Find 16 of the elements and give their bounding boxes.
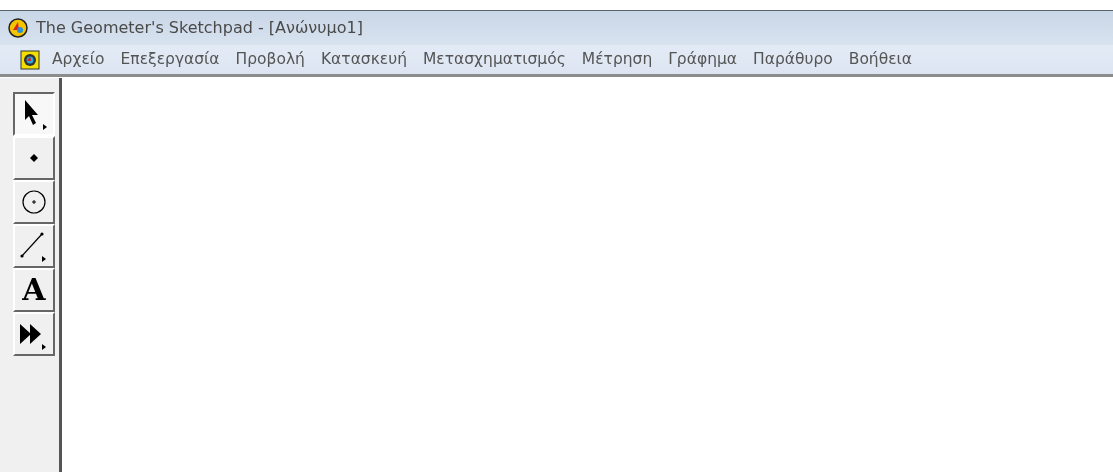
circle-icon	[21, 189, 47, 215]
menu-item[interactable]: Παράθυρο	[745, 47, 841, 72]
tool-button[interactable]	[13, 92, 55, 136]
menu-item[interactable]: Βοήθεια	[840, 47, 920, 72]
menu-item[interactable]: Προβολή	[227, 47, 313, 72]
menu-item[interactable]: Μετασχηματισμός	[415, 47, 574, 72]
menu-item[interactable]: Μέτρηση	[573, 47, 661, 72]
text-tool-button[interactable]: A	[13, 268, 55, 312]
menu-item[interactable]: Κατασκευή	[312, 47, 415, 72]
point-icon	[29, 153, 39, 163]
app-logo-icon	[8, 18, 28, 38]
menu-item[interactable]: Γράφημα	[660, 47, 746, 72]
menu-item[interactable]: Αρχείο	[44, 47, 113, 72]
document-icon	[20, 49, 40, 70]
window-title: The Geometer's Sketchpad - [Ανώνυμο1]	[36, 17, 363, 39]
menu-item[interactable]: Επεξεργασία	[112, 47, 228, 72]
